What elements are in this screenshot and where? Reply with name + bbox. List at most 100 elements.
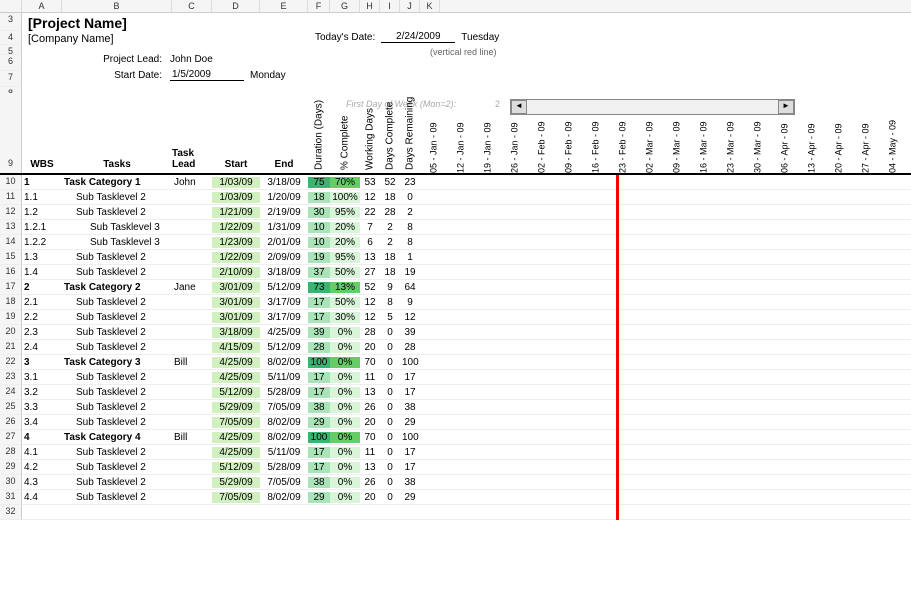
cell-days-remaining[interactable]: 17	[400, 372, 420, 383]
cell-days-remaining[interactable]: 38	[400, 477, 420, 488]
cell-start[interactable]: 1/03/09	[212, 192, 260, 203]
project-lead-value[interactable]: John Doe	[170, 54, 240, 65]
row-num-20[interactable]: 20	[0, 325, 22, 340]
cell-end[interactable]: 7/05/09	[260, 402, 308, 413]
cell-start[interactable]: 5/12/09	[212, 462, 260, 473]
cell-days-complete[interactable]: 0	[380, 417, 400, 428]
cell-end[interactable]: 8/02/09	[260, 492, 308, 503]
cell-days-remaining[interactable]: 39	[400, 327, 420, 338]
timeline-date[interactable]: 16 - Mar - 09	[690, 93, 717, 173]
cell-pct-complete[interactable]: 70%	[330, 177, 360, 188]
cell-duration[interactable]: 17	[308, 387, 330, 398]
cell-wbs[interactable]: 1.2.2	[22, 237, 62, 248]
cell-wbs[interactable]: 4.4	[22, 492, 62, 503]
cell-end[interactable]: 8/02/09	[260, 432, 308, 443]
cell-start[interactable]: 4/25/09	[212, 357, 260, 368]
cell-end[interactable]: 3/18/09	[260, 267, 308, 278]
cell-duration[interactable]: 100	[308, 357, 330, 368]
cell-start[interactable]: 1/03/09	[212, 177, 260, 188]
row-num-11[interactable]: 11	[0, 190, 22, 205]
cell-days-remaining[interactable]: 38	[400, 402, 420, 413]
cell-days-complete[interactable]: 18	[380, 252, 400, 263]
cell-duration[interactable]: 100	[308, 432, 330, 443]
start-date-value[interactable]: 1/5/2009	[170, 69, 244, 81]
cell-end[interactable]: 8/02/09	[260, 357, 308, 368]
row-num-15[interactable]: 15	[0, 250, 22, 265]
cell-working-days[interactable]: 11	[360, 372, 380, 383]
cell-wbs[interactable]: 1.4	[22, 267, 62, 278]
cell-wbs[interactable]: 2.1	[22, 297, 62, 308]
timeline-date[interactable]: 04 - May - 09	[879, 93, 906, 173]
cell-days-remaining[interactable]: 17	[400, 387, 420, 398]
cell-start[interactable]: 3/01/09	[212, 312, 260, 323]
timeline-date[interactable]: 09 - Feb - 09	[555, 93, 582, 173]
timeline-date[interactable]: 27 - Apr - 09	[852, 93, 879, 173]
cell-days-complete[interactable]: 0	[380, 387, 400, 398]
cell-end[interactable]: 5/28/09	[260, 462, 308, 473]
cell-task[interactable]: Task Category 1	[62, 177, 172, 188]
cell-duration[interactable]: 17	[308, 462, 330, 473]
row-num-25[interactable]: 25	[0, 400, 22, 415]
cell-working-days[interactable]: 13	[360, 387, 380, 398]
cell-working-days[interactable]: 6	[360, 237, 380, 248]
cell-lead[interactable]: John	[172, 177, 212, 188]
cell-days-complete[interactable]: 0	[380, 462, 400, 473]
cell-working-days[interactable]: 70	[360, 357, 380, 368]
cell-days-remaining[interactable]: 29	[400, 417, 420, 428]
cell-days-complete[interactable]: 0	[380, 372, 400, 383]
cell-duration[interactable]: 73	[308, 282, 330, 293]
cell-days-remaining[interactable]: 12	[400, 312, 420, 323]
cell-days-complete[interactable]: 8	[380, 297, 400, 308]
cell-days-complete[interactable]: 28	[380, 207, 400, 218]
row-num-19[interactable]: 19	[0, 310, 22, 325]
cell-days-remaining[interactable]: 17	[400, 462, 420, 473]
cell-wbs[interactable]: 1	[22, 177, 62, 188]
cell-end[interactable]: 1/31/09	[260, 222, 308, 233]
cell-end[interactable]: 5/11/09	[260, 447, 308, 458]
cell-working-days[interactable]: 26	[360, 402, 380, 413]
cell-duration[interactable]: 10	[308, 237, 330, 248]
cell-duration[interactable]: 28	[308, 342, 330, 353]
cell-wbs[interactable]: 1.1	[22, 192, 62, 203]
row-num-24[interactable]: 24	[0, 385, 22, 400]
cell-pct-complete[interactable]: 50%	[330, 297, 360, 308]
cell-pct-complete[interactable]: 0%	[330, 402, 360, 413]
cell-end[interactable]: 7/05/09	[260, 477, 308, 488]
cell-working-days[interactable]: 20	[360, 417, 380, 428]
cell-task[interactable]: Task Category 2	[62, 282, 172, 293]
cell-start[interactable]: 1/22/09	[212, 222, 260, 233]
cell-working-days[interactable]: 53	[360, 177, 380, 188]
cell-duration[interactable]: 38	[308, 477, 330, 488]
cell-pct-complete[interactable]: 0%	[330, 342, 360, 353]
timeline-date[interactable]: 05 - Jan - 09	[420, 93, 447, 173]
cell-task[interactable]: Sub Tasklevel 2	[62, 342, 172, 353]
cell-wbs[interactable]: 4.2	[22, 462, 62, 473]
cell-end[interactable]: 5/11/09	[260, 372, 308, 383]
cell-wbs[interactable]: 2	[22, 282, 62, 293]
cell-working-days[interactable]: 11	[360, 447, 380, 458]
cell-duration[interactable]: 19	[308, 252, 330, 263]
cell-days-complete[interactable]: 2	[380, 222, 400, 233]
cell-duration[interactable]: 30	[308, 207, 330, 218]
cell-wbs[interactable]: 2.2	[22, 312, 62, 323]
cell-working-days[interactable]: 7	[360, 222, 380, 233]
cell-end[interactable]: 5/12/09	[260, 282, 308, 293]
cell-task[interactable]: Sub Tasklevel 2	[62, 447, 172, 458]
cell-working-days[interactable]: 13	[360, 252, 380, 263]
cell-end[interactable]: 1/20/09	[260, 192, 308, 203]
cell-days-remaining[interactable]: 100	[400, 357, 420, 368]
cell-wbs[interactable]: 4.1	[22, 447, 62, 458]
row-num-32[interactable]: 32	[0, 505, 22, 520]
cell-end[interactable]: 2/09/09	[260, 252, 308, 263]
cell-wbs[interactable]: 1.2.1	[22, 222, 62, 233]
cell-days-complete[interactable]: 0	[380, 477, 400, 488]
header-duration[interactable]: Duration (Days)	[308, 93, 330, 173]
cell-task[interactable]: Sub Tasklevel 2	[62, 402, 172, 413]
cell-days-remaining[interactable]: 17	[400, 447, 420, 458]
row-num-14[interactable]: 14	[0, 235, 22, 250]
row-num-22[interactable]: 22	[0, 355, 22, 370]
cell-pct-complete[interactable]: 0%	[330, 387, 360, 398]
row-num-29[interactable]: 29	[0, 460, 22, 475]
col-header-D[interactable]: D	[212, 0, 260, 12]
cell-duration[interactable]: 18	[308, 192, 330, 203]
